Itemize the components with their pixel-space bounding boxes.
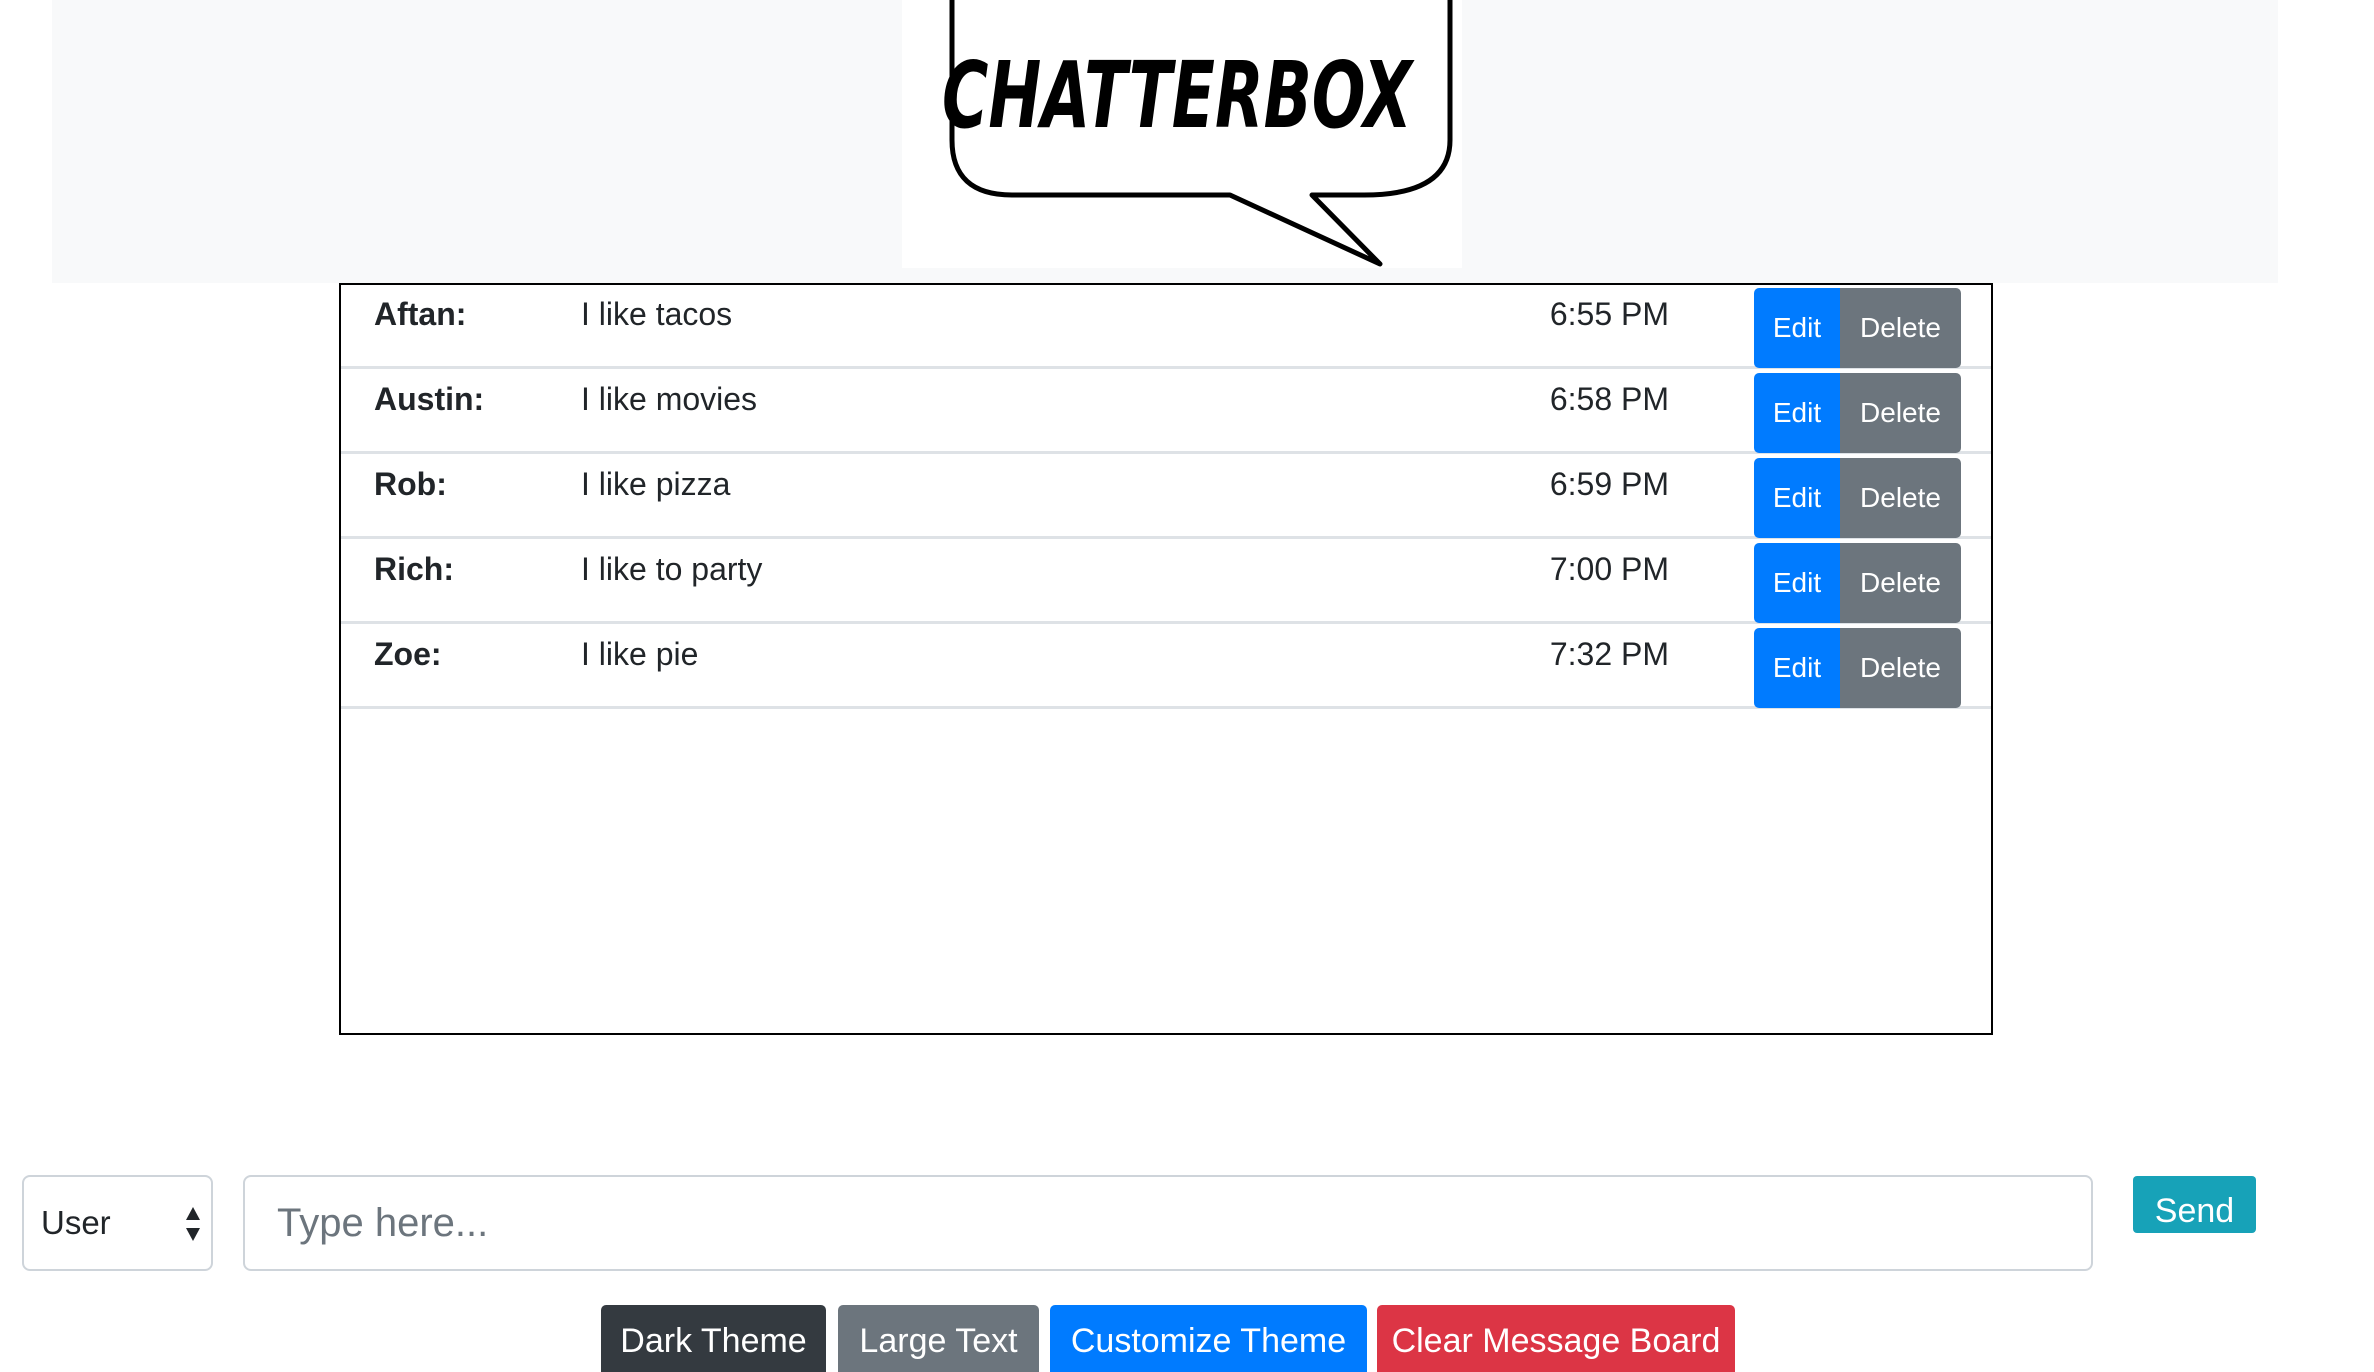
message-row: Aftan: I like tacos 6:55 PM Edit Delete <box>341 285 1991 369</box>
dark-theme-button[interactable]: Dark Theme <box>601 1305 826 1372</box>
customize-theme-button[interactable]: Customize Theme <box>1050 1305 1367 1372</box>
message-author: Rich: <box>374 551 454 587</box>
delete-button[interactable]: Delete <box>1840 373 1961 453</box>
delete-button[interactable]: Delete <box>1840 288 1961 368</box>
message-author: Austin: <box>374 381 485 417</box>
delete-button[interactable]: Delete <box>1840 628 1961 708</box>
send-button[interactable]: Send <box>2133 1176 2256 1233</box>
message-text: I like pie <box>581 636 699 672</box>
message-row: Rob: I like pizza 6:59 PM Edit Delete <box>341 455 1991 539</box>
message-author: Zoe: <box>374 636 442 672</box>
message-time: 6:58 PM <box>1549 381 1669 417</box>
message-time: 7:00 PM <box>1549 551 1669 587</box>
user-select[interactable]: User <box>22 1175 213 1271</box>
edit-button[interactable]: Edit <box>1754 543 1840 623</box>
edit-button[interactable]: Edit <box>1754 373 1840 453</box>
message-text: I like movies <box>581 381 758 417</box>
message-input[interactable] <box>243 1175 2093 1271</box>
message-author: Aftan: <box>374 296 467 332</box>
message-row: Zoe: I like pie 7:32 PM Edit Delete <box>341 625 1991 709</box>
chat-app: CHATTERBOX Aftan: I like tacos 6:55 PM E… <box>0 0 2374 1372</box>
large-text-button[interactable]: Large Text <box>838 1305 1039 1372</box>
message-author: Rob: <box>374 466 447 502</box>
edit-button[interactable]: Edit <box>1754 458 1840 538</box>
message-text: I like tacos <box>581 296 733 332</box>
delete-button[interactable]: Delete <box>1840 543 1961 623</box>
message-board: Aftan: I like tacos 6:55 PM Edit Delete … <box>339 283 1993 1035</box>
logo-wordmark: CHATTERBOX <box>942 42 1415 149</box>
message-time: 6:59 PM <box>1549 466 1669 502</box>
message-text: I like to party <box>581 551 763 587</box>
edit-button[interactable]: Edit <box>1754 288 1840 368</box>
message-row: Rich: I like to party 7:00 PM Edit Delet… <box>341 540 1991 624</box>
message-time: 7:32 PM <box>1549 636 1669 672</box>
delete-button[interactable]: Delete <box>1840 458 1961 538</box>
message-text: I like pizza <box>581 466 731 502</box>
clear-message-board-button[interactable]: Clear Message Board <box>1377 1305 1735 1372</box>
chatterbox-logo: CHATTERBOX <box>902 0 1462 268</box>
message-time: 6:55 PM <box>1549 296 1669 332</box>
edit-button[interactable]: Edit <box>1754 628 1840 708</box>
select-arrows-icon <box>186 1207 200 1241</box>
message-row: Austin: I like movies 6:58 PM Edit Delet… <box>341 370 1991 454</box>
user-select-value: User <box>41 1204 111 1241</box>
